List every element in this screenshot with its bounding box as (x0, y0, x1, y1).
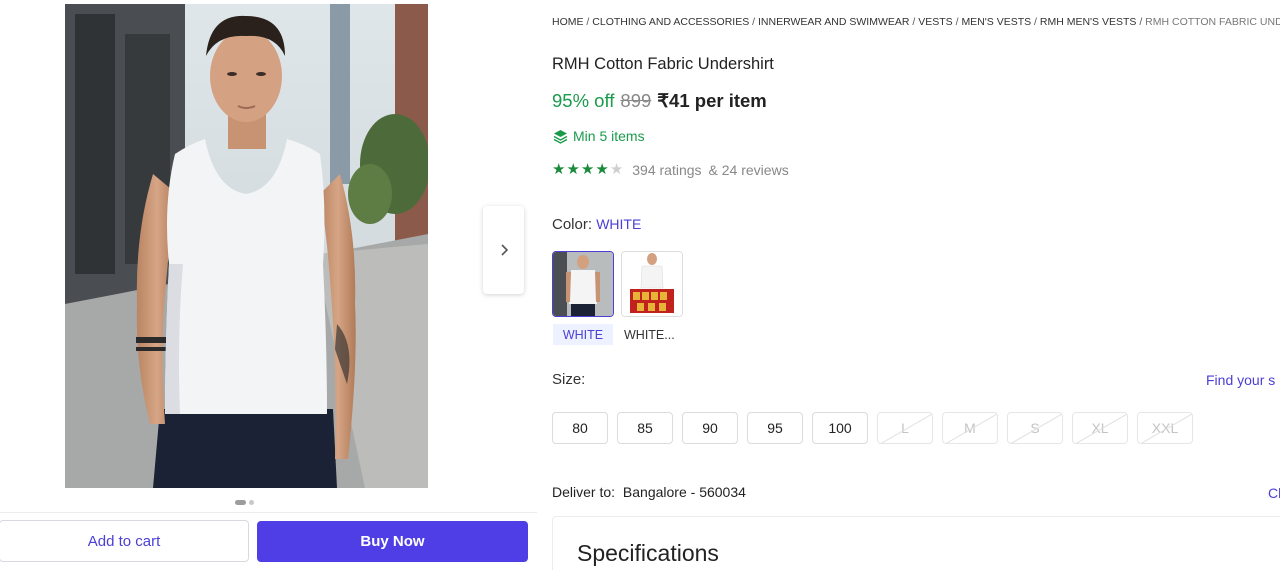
gallery-dot[interactable] (249, 500, 254, 505)
add-to-cart-button[interactable]: Add to cart (0, 520, 249, 562)
breadcrumb-clothing[interactable]: CLOTHING AND ACCESSORIES (592, 16, 749, 28)
breadcrumb-current: RMH COTTON FABRIC UNDERSHIRT (1145, 16, 1280, 28)
specifications-title: Specifications (577, 540, 719, 566)
star-icon: ★ (552, 161, 566, 178)
discount-text: 95% off (552, 90, 615, 111)
color-swatch-white[interactable] (552, 251, 614, 317)
reviews-count: & 24 reviews (708, 162, 789, 178)
breadcrumb-mens-vests[interactable]: MEN'S VESTS (961, 16, 1031, 28)
min-order-text: Min 5 items (573, 128, 645, 144)
product-image[interactable] (65, 4, 428, 488)
size-option-xxl: XXL (1137, 412, 1193, 444)
original-price: 899 (620, 90, 652, 111)
delivery-location: Bangalore - 560034 (622, 484, 746, 500)
color-label-text: Color: (552, 216, 593, 233)
price-row: 95% off 899 ₹41 per item (552, 90, 767, 112)
size-options: 80 85 90 95 100 L M S XL XXL (552, 412, 1193, 444)
size-option-l: L (877, 412, 933, 444)
size-option-xl: XL (1072, 412, 1128, 444)
product-title: RMH Cotton Fabric Undershirt (552, 55, 774, 73)
delivery-label: Deliver to: (552, 484, 616, 500)
min-order: Min 5 items (553, 128, 645, 144)
breadcrumb-vests[interactable]: VESTS (918, 16, 952, 28)
current-price: ₹41 per item (657, 90, 767, 111)
size-option-s: S (1007, 412, 1063, 444)
breadcrumb-innerwear[interactable]: INNERWEAR AND SWIMWEAR (758, 16, 909, 28)
breadcrumb: HOME / CLOTHING AND ACCESSORIES / INNERW… (552, 16, 1280, 28)
buy-now-button[interactable]: Buy Now (257, 521, 528, 562)
size-option-m: M (942, 412, 998, 444)
star-rating: ★ ★ ★ ★ ★ (552, 162, 623, 178)
product-photo (65, 4, 428, 488)
swatch-thumbnail (553, 252, 613, 316)
size-option-80[interactable]: 80 (552, 412, 608, 444)
size-option-100[interactable]: 100 (812, 412, 868, 444)
divider (0, 512, 537, 513)
color-swatch-white-pack[interactable] (621, 251, 683, 317)
gallery-dots (235, 500, 254, 505)
swatch-thumbnail (622, 252, 682, 316)
size-chart-link[interactable]: Find your s (1206, 372, 1275, 388)
gallery-dot-active[interactable] (235, 500, 246, 505)
breadcrumb-rmh-mens-vests[interactable]: RMH MEN'S VESTS (1040, 16, 1137, 28)
chevron-right-icon (500, 244, 508, 256)
rating-row[interactable]: ★ ★ ★ ★ ★ 394 ratings & 24 reviews (552, 162, 789, 179)
size-option-85[interactable]: 85 (617, 412, 673, 444)
color-label: Color: WHITE (552, 216, 641, 233)
size-option-95[interactable]: 95 (747, 412, 803, 444)
selected-color: WHITE (596, 216, 642, 232)
color-option-label[interactable]: WHITE... (624, 324, 675, 345)
color-option-label[interactable]: WHITE (553, 324, 613, 345)
next-image-button[interactable] (483, 206, 524, 294)
size-label: Size: (552, 371, 586, 388)
size-option-90[interactable]: 90 (682, 412, 738, 444)
change-location-link[interactable]: Cl (1268, 485, 1280, 501)
star-icon: ★ (566, 161, 580, 178)
delivery-info: Deliver to: Bangalore - 560034 (552, 484, 746, 500)
ratings-count: 394 ratings (632, 162, 702, 178)
layers-icon (553, 129, 568, 144)
star-empty-icon: ★ (609, 161, 624, 178)
breadcrumb-home[interactable]: HOME (552, 16, 584, 28)
star-icon: ★ (595, 161, 609, 178)
star-icon: ★ (580, 161, 595, 178)
